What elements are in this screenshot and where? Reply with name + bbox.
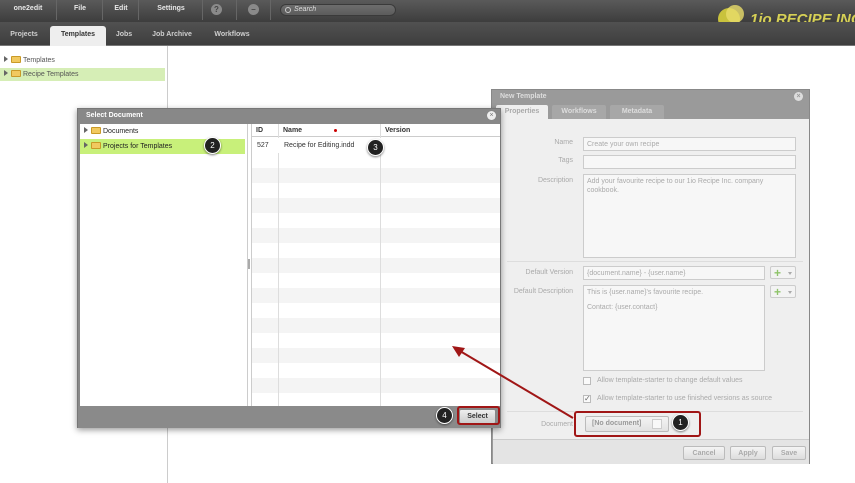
step-badge-1: 1 [672, 414, 689, 431]
step-badge-2: 2 [204, 137, 221, 154]
arrow-head-icon [452, 346, 465, 357]
arrow-line [459, 350, 574, 419]
step-badge-4: 4 [436, 407, 453, 424]
step-badge-3: 3 [367, 139, 384, 156]
arrow-annotation [452, 346, 574, 419]
